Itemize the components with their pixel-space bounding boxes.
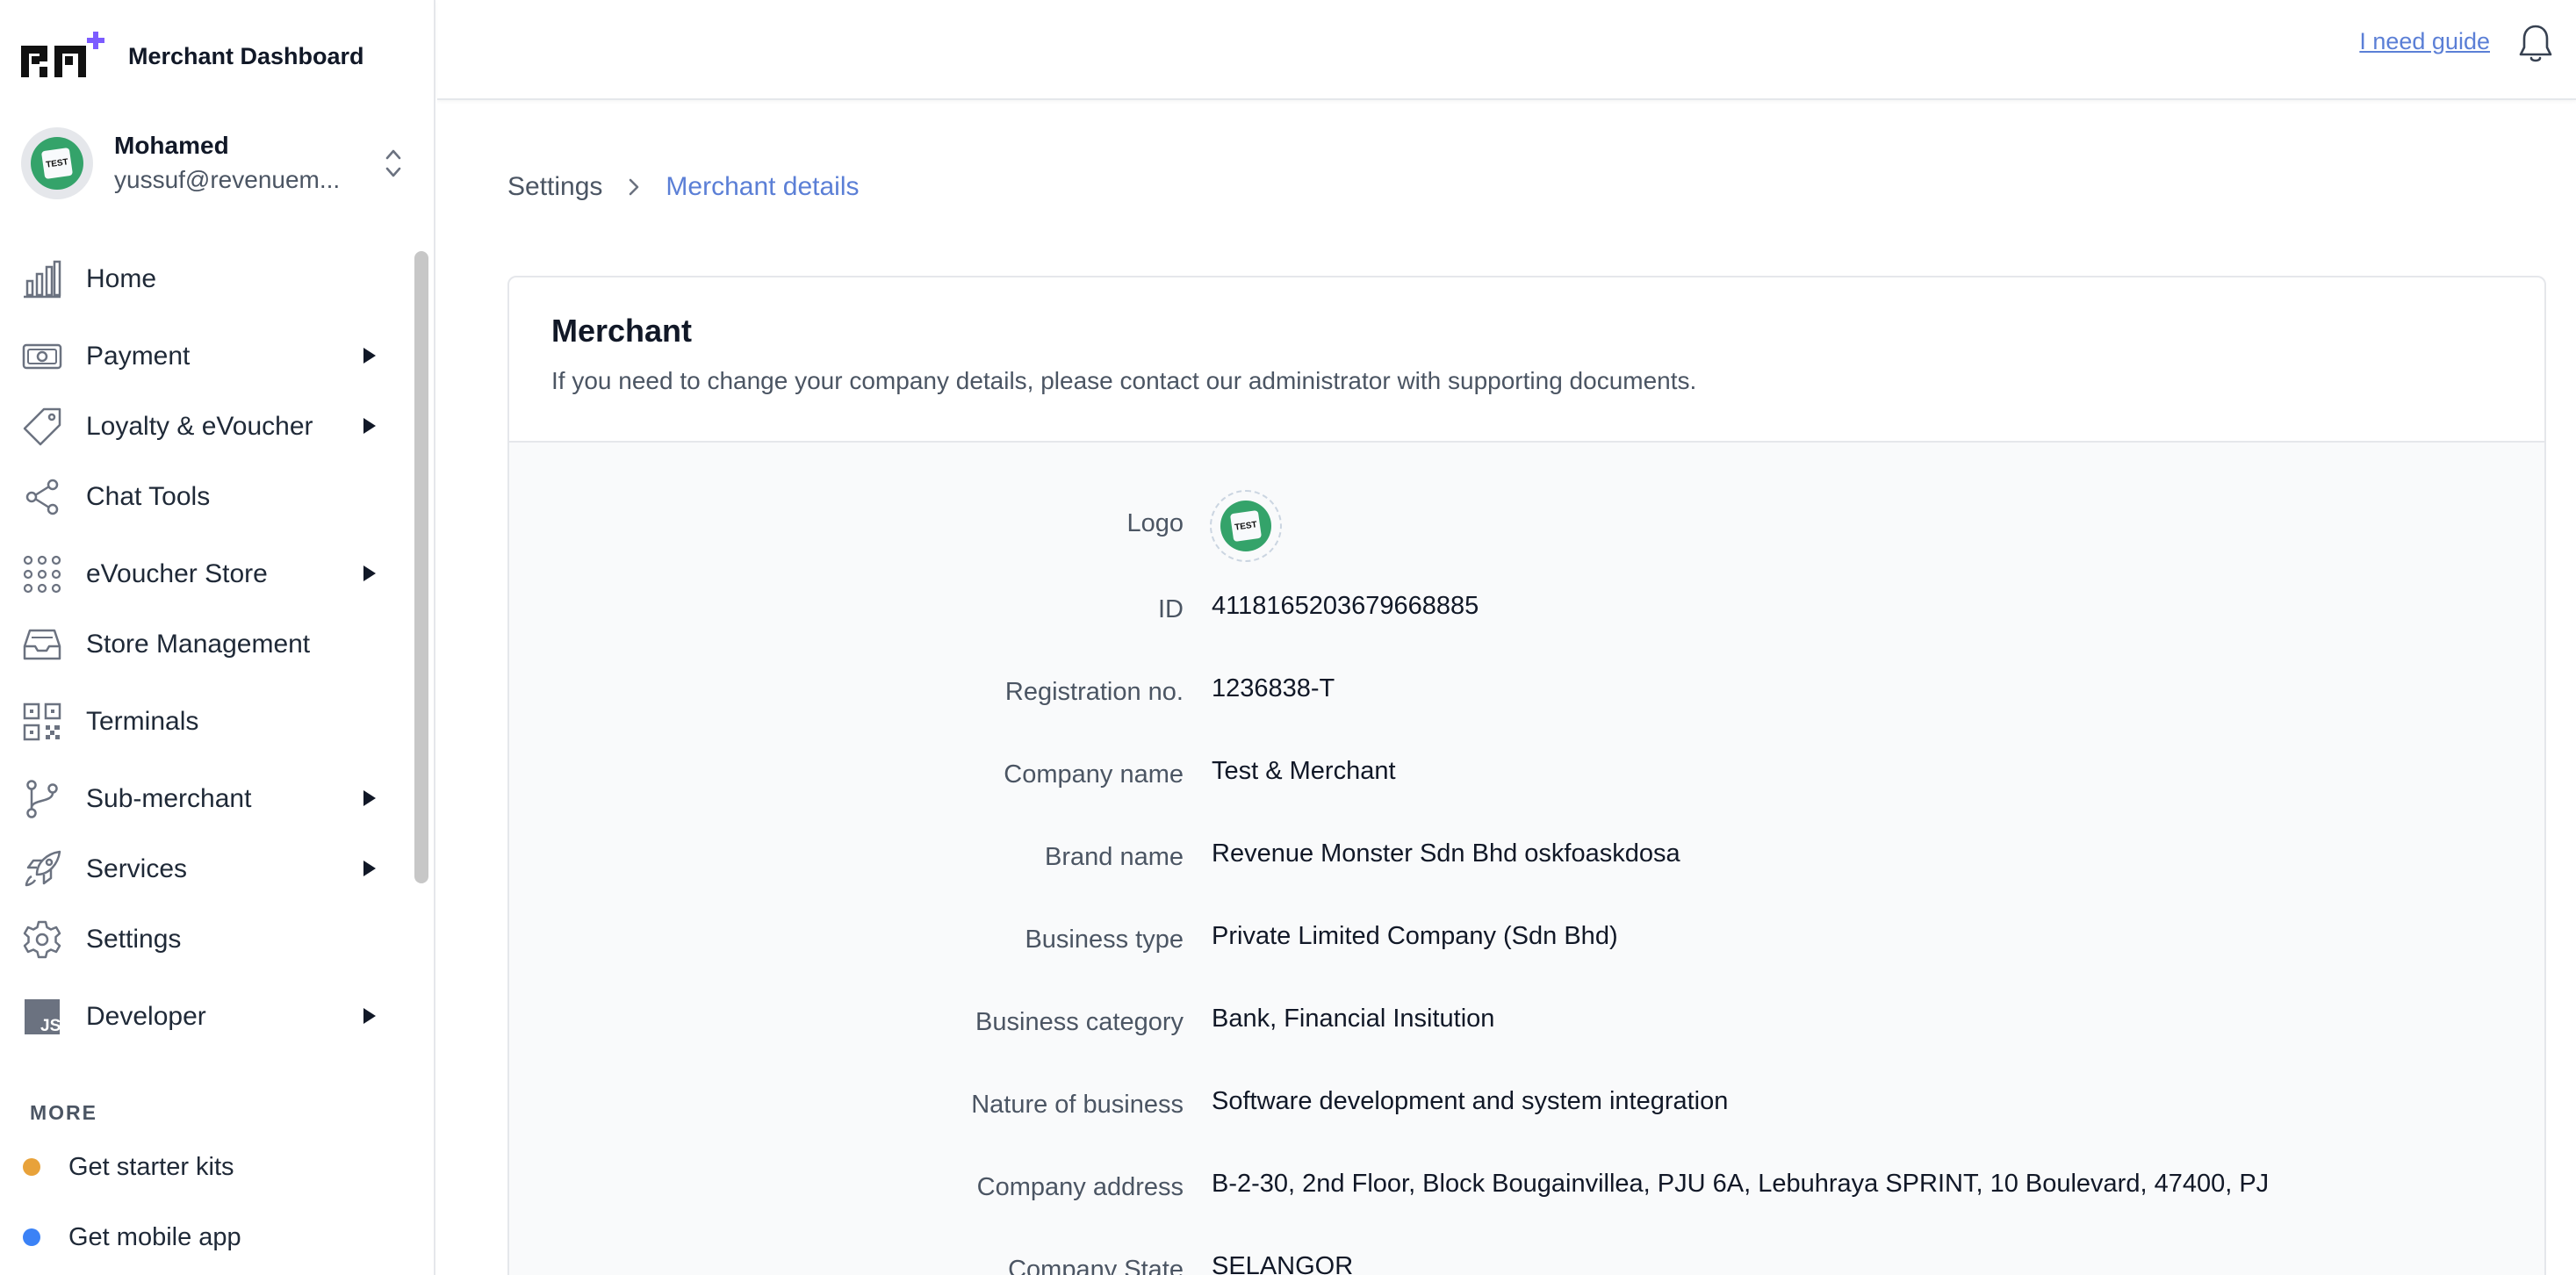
account-switcher[interactable]: TEST Mohamed yussuf@revenuem...: [21, 126, 407, 200]
caret-right-icon: [363, 1008, 376, 1024]
card-header: Merchant If you need to change your comp…: [509, 277, 2544, 443]
merchant-details: Logo TEST ID 4118165203679668885 Registr…: [509, 443, 2544, 1275]
tag-icon: [23, 407, 61, 446]
detail-label: Registration no.: [1004, 678, 1184, 706]
sidebar-item-label: Chat Tools: [86, 482, 211, 511]
sidebar-item-home[interactable]: Home: [21, 253, 381, 306]
chevron-right-icon: [630, 178, 639, 196]
detail-label: Business type: [1025, 926, 1184, 954]
sidebar-item-chat-tools[interactable]: Chat Tools: [21, 471, 381, 523]
detail-value: 1236838-T: [1212, 674, 1335, 702]
detail-label: Nature of business: [971, 1091, 1184, 1119]
svg-text:JS: JS: [40, 1017, 61, 1035]
detail-row-company-address: Company address B-2-30, 2nd Floor, Block…: [509, 1170, 2544, 1226]
sidebar-item-developer[interactable]: JS Developer: [21, 990, 381, 1043]
inbox-icon: [23, 629, 61, 660]
sidebar-item-payment[interactable]: Payment: [21, 330, 381, 383]
sidebar-item-settings[interactable]: Settings: [21, 913, 381, 966]
sidebar-item-loyalty[interactable]: Loyalty & eVoucher: [21, 400, 381, 453]
more-item-label: Get mobile app: [68, 1222, 241, 1251]
avatar: TEST: [21, 127, 93, 199]
breadcrumb: Settings Merchant details: [507, 172, 860, 202]
sidebar: Merchant Dashboard TEST Mohamed yussuf@r…: [0, 0, 435, 1275]
sidebar-item-label: Payment: [86, 342, 191, 371]
detail-row-logo: Logo: [509, 509, 2544, 562]
qr-code-icon: [23, 702, 61, 741]
detail-row-business-type: Business type Private Limited Company (S…: [509, 922, 2544, 978]
git-branch-icon: [26, 780, 58, 818]
sidebar-item-label: Store Management: [86, 630, 311, 659]
sidebar-item-store-management[interactable]: Store Management: [21, 618, 381, 671]
detail-value: Test & Merchant: [1212, 757, 1396, 785]
js-icon: JS: [25, 999, 61, 1035]
detail-row-business-category: Business category Bank, Financial Insitu…: [509, 1005, 2544, 1061]
merchant-card: Merchant If you need to change your comp…: [507, 276, 2546, 1275]
caret-right-icon: [363, 861, 376, 876]
detail-row-company-state: Company State SELANGOR: [509, 1252, 2544, 1275]
blue-dot-icon: [23, 1228, 40, 1246]
sidebar-scrollbar[interactable]: [414, 251, 428, 883]
detail-value: 4118165203679668885: [1212, 592, 1479, 620]
account-name: Mohamed: [114, 132, 229, 159]
rocket-icon: [25, 850, 61, 887]
get-starter-kits-link[interactable]: Get starter kits: [21, 1145, 390, 1189]
detail-value: SELANGOR: [1212, 1252, 1354, 1275]
get-mobile-app-link[interactable]: Get mobile app: [21, 1215, 390, 1259]
grid-dots-icon: [23, 555, 61, 594]
breadcrumb-current: Merchant details: [666, 172, 860, 201]
card-title: Merchant: [551, 313, 693, 349]
detail-row-nature-of-business: Nature of business Software development …: [509, 1087, 2544, 1143]
detail-label: Business category: [975, 1008, 1184, 1036]
caret-right-icon: [363, 348, 376, 364]
detail-value: Software development and system integrat…: [1212, 1087, 1729, 1115]
detail-label: Company address: [976, 1173, 1184, 1201]
share-icon: [25, 479, 59, 515]
detail-row-id: ID 4118165203679668885: [509, 592, 2544, 648]
sidebar-item-label: Sub-merchant: [86, 784, 252, 813]
detail-label: Logo: [1126, 509, 1184, 537]
sidebar-item-label: Home: [86, 264, 157, 293]
caret-right-icon: [363, 565, 376, 581]
more-section-label: MORE: [30, 1101, 97, 1124]
detail-label: ID: [1158, 595, 1184, 623]
sidebar-item-services[interactable]: Services: [21, 843, 381, 896]
app-title: Merchant Dashboard: [128, 42, 364, 69]
caret-right-icon: [363, 418, 376, 434]
chevron-up-down-icon[interactable]: [383, 146, 404, 181]
top-bar: I need guide: [437, 0, 2576, 100]
sidebar-item-sub-merchant[interactable]: Sub-merchant: [21, 773, 381, 825]
sidebar-item-label: Loyalty & eVoucher: [86, 412, 313, 441]
gear-icon: [23, 920, 61, 959]
sidebar-item-label: eVoucher Store: [86, 559, 268, 588]
more-item-label: Get starter kits: [68, 1152, 234, 1181]
detail-row-registration: Registration no. 1236838-T: [509, 674, 2544, 731]
sidebar-item-label: Settings: [86, 925, 182, 954]
detail-label: Brand name: [1045, 843, 1184, 871]
sidebar-item-label: Developer: [86, 1002, 206, 1031]
sidebar-item-terminals[interactable]: Terminals: [21, 695, 381, 748]
detail-label: Company State: [1008, 1256, 1184, 1275]
detail-value: Revenue Monster Sdn Bhd oskfoaskdosa: [1212, 839, 1680, 868]
orange-dot-icon: [23, 1158, 40, 1176]
detail-label: Company name: [1004, 760, 1184, 789]
detail-value: Private Limited Company (Sdn Bhd): [1212, 922, 1618, 950]
merchant-logo: TEST: [1210, 490, 1282, 562]
card-subtitle: If you need to change your company detai…: [551, 367, 1697, 394]
bar-chart-icon: [24, 260, 61, 299]
sidebar-item-label: Terminals: [86, 707, 199, 736]
caret-right-icon: [363, 790, 376, 806]
detail-row-company-name: Company name Test & Merchant: [509, 757, 2544, 813]
guide-link[interactable]: I need guide: [2359, 28, 2490, 55]
brand[interactable]: Merchant Dashboard: [19, 30, 364, 83]
breadcrumb-settings[interactable]: Settings: [507, 172, 602, 202]
bell-icon[interactable]: [2516, 23, 2555, 65]
detail-value: B-2-30, 2nd Floor, Block Bougainvillea, …: [1212, 1170, 2270, 1198]
brand-logo-icon: [21, 32, 104, 77]
banknote-icon: [22, 343, 62, 370]
sidebar-item-label: Services: [86, 854, 188, 883]
detail-value: Bank, Financial Insitution: [1212, 1005, 1495, 1033]
detail-row-brand-name: Brand name Revenue Monster Sdn Bhd oskfo…: [509, 839, 2544, 896]
sidebar-item-evoucher-store[interactable]: eVoucher Store: [21, 548, 381, 601]
account-email: yussuf@revenuem...: [114, 166, 341, 193]
